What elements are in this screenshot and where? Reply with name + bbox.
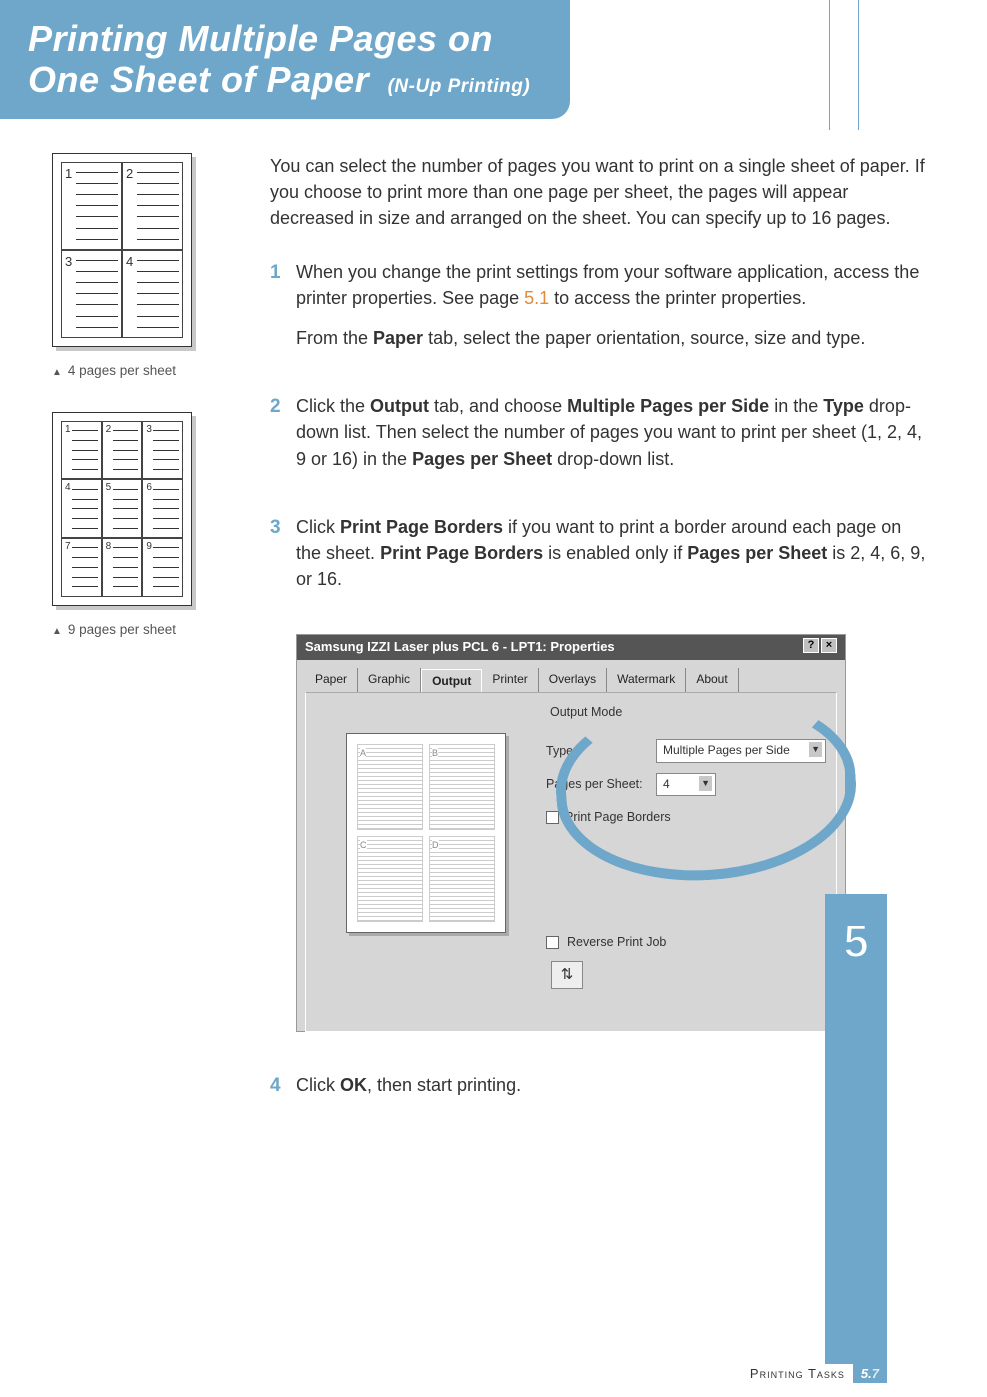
- pages-per-sheet-dropdown[interactable]: 4: [656, 773, 716, 796]
- intro-paragraph: You can select the number of pages you w…: [270, 153, 927, 231]
- diagram-9up: 1 2 3 4 5 6 7 8 9: [52, 412, 192, 606]
- diagram-cell: 1: [61, 162, 122, 250]
- chapter-number: 5: [843, 914, 869, 968]
- diagram-cell: 5: [102, 479, 143, 538]
- step-2-text: Click the Output tab, and choose Multipl…: [296, 393, 927, 471]
- pages-per-sheet-label: Pages per Sheet:: [546, 775, 646, 793]
- step-number: 1: [270, 259, 296, 365]
- page-title: Printing Multiple Pages on One Sheet of …: [28, 18, 542, 101]
- step-1-p2: From the Paper tab, select the paper ori…: [296, 325, 927, 351]
- reverse-icon: ⇅: [551, 961, 583, 989]
- tab-overlays[interactable]: Overlays: [539, 668, 607, 692]
- caption-4up: 4 pages per sheet: [52, 363, 222, 378]
- step-3-text: Click Print Page Borders if you want to …: [296, 514, 927, 592]
- crossref-link[interactable]: 5.1: [524, 288, 549, 308]
- diagram-cell: 9: [142, 538, 183, 597]
- help-button[interactable]: ?: [803, 638, 819, 653]
- tab-about[interactable]: About: [686, 668, 738, 692]
- preview-page: C: [357, 836, 423, 922]
- preview-pane: A B C D: [346, 733, 506, 933]
- step-number: 2: [270, 393, 296, 485]
- page-title-banner: Printing Multiple Pages on One Sheet of …: [0, 0, 570, 119]
- step-1-p1: When you change the print settings from …: [296, 259, 927, 311]
- diagram-cell: 3: [61, 250, 122, 338]
- output-mode-group: Output Mode Type: Multiple Pages per Sid…: [546, 711, 826, 826]
- tab-paper[interactable]: Paper: [305, 668, 358, 692]
- diagram-cell: 1: [61, 421, 102, 480]
- dialog-screenshot: Samsung IZZI Laser plus PCL 6 - LPT1: Pr…: [296, 634, 846, 1032]
- group-legend: Output Mode: [546, 705, 626, 719]
- dialog-tabs: Paper Graphic Output Printer Overlays Wa…: [297, 660, 845, 692]
- reverse-print-label: Reverse Print Job: [567, 933, 666, 951]
- print-page-borders-checkbox[interactable]: [546, 811, 559, 824]
- step-2: 2 Click the Output tab, and choose Multi…: [270, 393, 927, 485]
- diagram-4up: 1 2 3 4: [52, 153, 192, 347]
- footer-section: Printing Tasks: [750, 1366, 845, 1381]
- step-number: 3: [270, 514, 296, 606]
- reverse-print-checkbox[interactable]: [546, 936, 559, 949]
- type-dropdown[interactable]: Multiple Pages per Side: [656, 739, 826, 762]
- step-number: 4: [270, 1072, 296, 1112]
- diagram-cell: 2: [102, 421, 143, 480]
- diagram-cell: 2: [122, 162, 183, 250]
- diagram-cell: 3: [142, 421, 183, 480]
- dialog-body: A B C D Output Mode Type: Multiple Pages…: [305, 692, 837, 1032]
- tab-watermark[interactable]: Watermark: [607, 668, 686, 692]
- footer-page: 5.7: [853, 1364, 887, 1383]
- preview-page: B: [429, 744, 495, 830]
- preview-page: A: [357, 744, 423, 830]
- page-footer: Printing Tasks 5.7: [750, 1364, 887, 1383]
- dialog-title: Samsung IZZI Laser plus PCL 6 - LPT1: Pr…: [305, 638, 615, 657]
- diagram-cell: 7: [61, 538, 102, 597]
- close-button[interactable]: ×: [821, 638, 837, 653]
- diagram-cell: 4: [61, 479, 102, 538]
- step-1: 1 When you change the print settings fro…: [270, 259, 927, 365]
- dialog-titlebar: Samsung IZZI Laser plus PCL 6 - LPT1: Pr…: [297, 635, 845, 660]
- reverse-print-row: Reverse Print Job: [546, 933, 666, 951]
- print-page-borders-label: Print Page Borders: [565, 808, 671, 826]
- type-label: Type:: [546, 742, 646, 760]
- chapter-tab: 5: [825, 894, 887, 1364]
- step-3: 3 Click Print Page Borders if you want t…: [270, 514, 927, 606]
- tab-graphic[interactable]: Graphic: [358, 668, 421, 692]
- diagram-cell: 4: [122, 250, 183, 338]
- diagram-cell: 8: [102, 538, 143, 597]
- preview-page: D: [429, 836, 495, 922]
- page-title-sub: (N-Up Printing): [388, 76, 531, 97]
- tab-output[interactable]: Output: [421, 669, 482, 693]
- caption-9up: 9 pages per sheet: [52, 622, 222, 637]
- decorative-tab: [829, 0, 859, 130]
- tab-printer[interactable]: Printer: [482, 668, 538, 692]
- left-column: 1 2 3 4 4 pages per sheet 1 2 3 4 5 6 7 …: [52, 153, 222, 1140]
- diagram-cell: 6: [142, 479, 183, 538]
